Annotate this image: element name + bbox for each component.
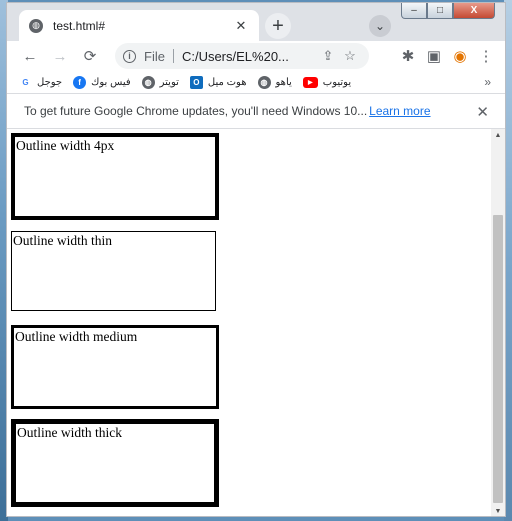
tab-active[interactable]: ◍ test.html# ✕ xyxy=(19,10,259,41)
more-bookmarks-icon[interactable]: » xyxy=(484,75,491,89)
globe-icon: ◍ xyxy=(257,75,271,89)
globe-icon: ◍ xyxy=(141,75,155,89)
toolbar-actions: ✱ ▣ ◉ ⋮ xyxy=(395,43,499,69)
side-panel-icon[interactable]: ▣ xyxy=(421,43,447,69)
back-arrow-icon[interactable]: ← xyxy=(17,43,43,69)
reload-icon[interactable]: ⟳ xyxy=(77,43,103,69)
bookmark-label: هوت ميل xyxy=(207,76,247,88)
bookmark-label: فيس بوك xyxy=(91,76,131,88)
menu-icon[interactable]: ⋮ xyxy=(473,43,499,69)
browser-window: ◍ test.html# ✕ + ⌄ – □ X ← → ⟳ i File C:… xyxy=(6,2,506,517)
bookmark-item[interactable]: ◍ ياهو xyxy=(257,75,292,89)
outline-box-4px: Outline width 4px xyxy=(11,133,219,220)
forward-arrow-icon[interactable]: → xyxy=(47,43,73,69)
tab-strip: ◍ test.html# ✕ + ⌄ – □ X xyxy=(7,3,505,41)
new-tab-button[interactable]: + xyxy=(265,13,291,39)
scroll-up-arrow-icon[interactable]: ▲ xyxy=(491,129,505,141)
bookmark-item[interactable]: ◍ تويتر xyxy=(141,75,179,89)
facebook-icon: f xyxy=(73,75,87,89)
toolbar: ← → ⟳ i File C:/Users/EL%20... ⇪ ☆ ✱ ▣ ◉… xyxy=(7,41,505,71)
bookmark-label: يوتيوب xyxy=(322,76,352,88)
extensions-icon[interactable]: ✱ xyxy=(395,43,421,69)
infobar-message: To get future Google Chrome updates, you… xyxy=(24,104,368,118)
box-label: Outline width medium xyxy=(15,329,138,344)
tab-search-button[interactable]: ⌄ xyxy=(369,15,391,37)
bookmarks-bar: G جوجل f فيس بوك ◍ تويتر O هوت ميل ◍ ياه… xyxy=(7,71,505,93)
address-bar[interactable]: i File C:/Users/EL%20... ⇪ ☆ xyxy=(115,43,369,69)
globe-icon: ◍ xyxy=(29,18,43,33)
url-text[interactable]: C:/Users/EL%20... xyxy=(182,49,317,64)
tab-close-icon[interactable]: ✕ xyxy=(233,18,249,34)
omnibox-divider xyxy=(172,49,174,63)
scroll-down-arrow-icon[interactable]: ▼ xyxy=(491,505,505,516)
learn-more-link[interactable]: Learn more xyxy=(369,104,430,118)
box-label: Outline width thick xyxy=(17,425,122,440)
outline-box-thick: Outline width thick xyxy=(11,419,219,507)
bookmark-item[interactable]: ▶ يوتيوب xyxy=(302,76,352,88)
bookmark-label: جوجل xyxy=(37,76,63,88)
maximize-button[interactable]: □ xyxy=(427,3,453,19)
tab-title: test.html# xyxy=(53,18,106,33)
bookmark-star-icon[interactable]: ☆ xyxy=(339,48,361,64)
box-label: Outline width thin xyxy=(13,233,112,248)
bookmark-label: تويتر xyxy=(159,76,179,88)
window-controls: – □ X xyxy=(401,3,495,19)
profile-icon[interactable]: ◉ xyxy=(447,43,473,69)
bookmark-item[interactable]: f فيس بوك xyxy=(73,75,131,89)
info-icon[interactable]: i xyxy=(123,49,136,63)
update-infobar: To get future Google Chrome updates, you… xyxy=(7,93,505,129)
share-icon[interactable]: ⇪ xyxy=(317,48,339,64)
bookmark-item[interactable]: G جوجل xyxy=(19,75,63,89)
infobar-close-icon[interactable]: ✕ xyxy=(476,103,489,121)
box-label: Outline width 4px xyxy=(16,138,115,153)
page-content: Outline width 4px Outline width thin Out… xyxy=(7,129,491,516)
outlook-icon: O xyxy=(189,75,203,89)
youtube-icon: ▶ xyxy=(302,76,318,88)
vertical-scrollbar[interactable]: ▲ ▼ xyxy=(491,129,505,516)
bookmark-label: ياهو xyxy=(275,76,292,88)
outline-box-thin: Outline width thin xyxy=(11,231,216,311)
close-window-button[interactable]: X xyxy=(453,3,495,19)
file-scheme-label: File xyxy=(144,48,165,64)
minimize-button[interactable]: – xyxy=(401,3,427,19)
bookmark-item[interactable]: O هوت ميل xyxy=(189,75,247,89)
google-icon: G xyxy=(19,75,32,89)
scrollbar-thumb[interactable] xyxy=(493,215,503,503)
outline-box-medium: Outline width medium xyxy=(11,325,219,409)
